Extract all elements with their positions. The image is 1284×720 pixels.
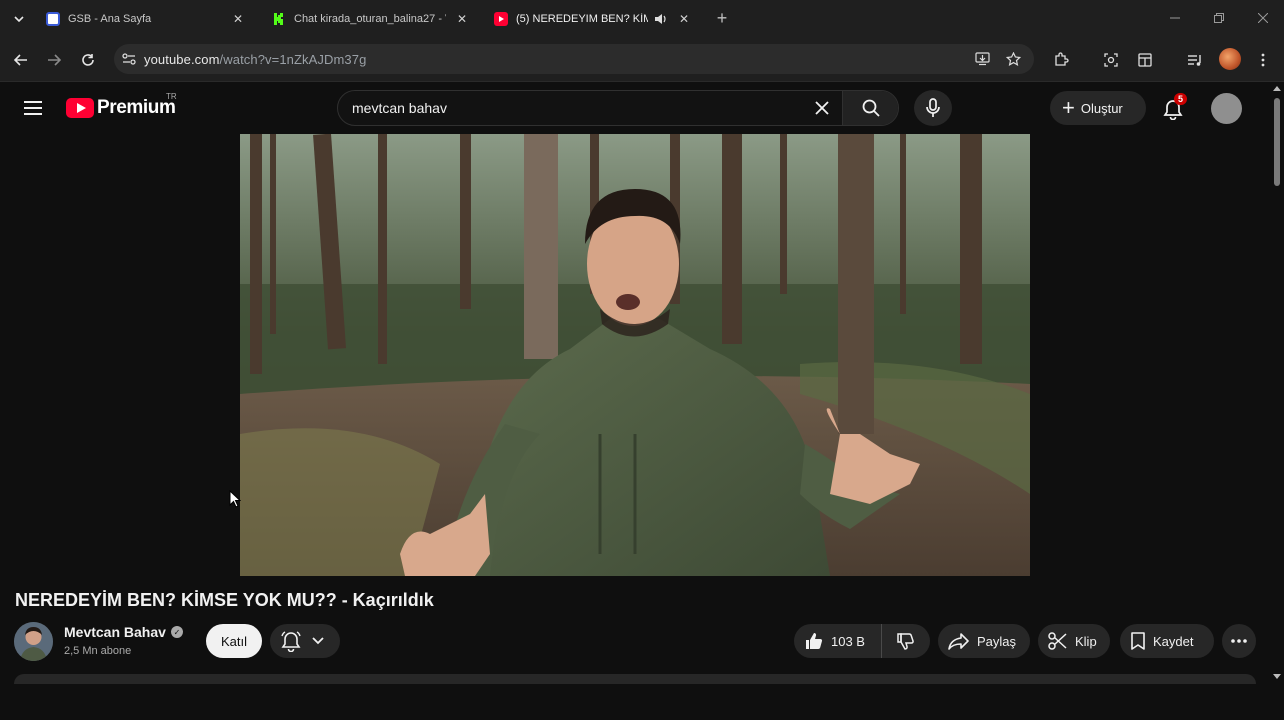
browser-menu-kebab-icon[interactable] bbox=[1253, 50, 1273, 70]
address-bar[interactable]: youtube.com/watch?v=1nZkAJDm37g bbox=[114, 44, 1034, 74]
close-window-icon[interactable] bbox=[1250, 6, 1276, 30]
save-button[interactable]: Kaydet bbox=[1120, 624, 1214, 658]
logo-region-code: TR bbox=[166, 92, 177, 101]
tab-title: GSB - Ana Sayfa bbox=[68, 13, 152, 25]
minimize-icon[interactable] bbox=[1162, 6, 1188, 30]
notifications-bell-icon[interactable]: 5 bbox=[1158, 93, 1188, 124]
tab-title: (5) NEREDEYIM BEN? KİMSE bbox=[516, 13, 648, 25]
like-dislike-group: 103 B bbox=[794, 624, 930, 658]
tab-search-chevron-icon[interactable] bbox=[8, 8, 30, 30]
share-arrow-icon bbox=[948, 632, 970, 650]
thumbs-up-icon bbox=[804, 631, 824, 651]
join-button[interactable]: Katıl bbox=[206, 624, 262, 658]
voice-search-mic-icon[interactable] bbox=[914, 90, 952, 126]
search-icon[interactable] bbox=[842, 91, 898, 125]
notification-count-badge: 5 bbox=[1174, 93, 1188, 105]
youtube-play-logo-icon bbox=[66, 98, 94, 118]
bookmark-star-icon[interactable] bbox=[1004, 51, 1022, 67]
page-bottom bbox=[0, 684, 1284, 720]
video-title: NEREDEYİM BEN? KİMSE YOK MU?? - Kaçırıld… bbox=[15, 590, 434, 610]
verified-check-icon: ✓ bbox=[170, 626, 183, 638]
new-tab-plus-icon[interactable]: + bbox=[712, 8, 732, 28]
scissors-icon bbox=[1048, 631, 1068, 651]
logo-text: Premium bbox=[97, 97, 176, 118]
forward-arrow-icon[interactable] bbox=[42, 48, 66, 72]
url-path: /watch?v=1nZkAJDm37g bbox=[219, 51, 367, 67]
share-label: Paylaş bbox=[977, 633, 1017, 649]
page-scrollbar[interactable] bbox=[1270, 82, 1284, 684]
media-queue-icon[interactable] bbox=[1185, 50, 1205, 70]
thumbs-down-icon bbox=[895, 631, 915, 651]
dislike-button[interactable] bbox=[882, 624, 928, 658]
like-count: 103 B bbox=[831, 633, 865, 649]
back-arrow-icon[interactable] bbox=[9, 48, 33, 72]
subscriber-count: 2,5 Mn abone bbox=[64, 645, 132, 657]
search-input[interactable] bbox=[338, 91, 802, 125]
url-host: youtube.com bbox=[144, 51, 220, 67]
reload-icon[interactable] bbox=[76, 48, 100, 72]
video-player[interactable] bbox=[240, 134, 1030, 576]
scroll-down-arrow-icon[interactable] bbox=[1273, 674, 1281, 679]
bookmark-icon bbox=[1130, 631, 1146, 651]
save-label: Kaydet bbox=[1153, 633, 1194, 649]
video-frame-forest-scene bbox=[240, 134, 1030, 576]
plus-icon: + bbox=[1062, 95, 1075, 120]
like-button[interactable]: 103 B bbox=[794, 624, 882, 658]
site-settings-icon[interactable] bbox=[114, 44, 144, 74]
youtube-favicon-icon bbox=[494, 12, 508, 26]
browser-tab-active[interactable]: (5) NEREDEYIM BEN? KİMSE ✕ bbox=[484, 4, 702, 34]
speaker-icon[interactable] bbox=[654, 12, 668, 26]
mouse-cursor-icon bbox=[229, 490, 241, 508]
subscription-bell-button[interactable] bbox=[270, 624, 340, 658]
create-label: Oluştur bbox=[1080, 100, 1123, 116]
search-box bbox=[337, 90, 899, 126]
extensions-puzzle-icon[interactable] bbox=[1051, 50, 1071, 70]
youtube-premium-logo[interactable]: Premium TR bbox=[66, 92, 177, 120]
share-button[interactable]: Paylaş bbox=[938, 624, 1030, 658]
restore-icon[interactable] bbox=[1206, 6, 1232, 30]
create-button[interactable]: + Oluştur bbox=[1050, 91, 1146, 125]
side-panel-icon[interactable] bbox=[1135, 50, 1155, 70]
tab-close-icon[interactable]: ✕ bbox=[230, 11, 246, 27]
tab-close-icon[interactable]: ✕ bbox=[454, 11, 470, 27]
guide-menu-icon[interactable] bbox=[22, 98, 44, 118]
more-actions-icon[interactable] bbox=[1222, 624, 1256, 658]
clip-label: Klip bbox=[1075, 633, 1097, 649]
channel-avatar[interactable] bbox=[14, 622, 53, 661]
youtube-masthead: Premium TR + Oluştur 5 bbox=[0, 82, 1270, 134]
bell-icon bbox=[280, 630, 302, 652]
channel-name[interactable]: Mevtcan Bahav bbox=[64, 624, 166, 640]
kick-favicon-icon bbox=[272, 12, 286, 26]
account-avatar[interactable] bbox=[1211, 93, 1242, 124]
browser-toolbar: youtube.com/watch?v=1nZkAJDm37g bbox=[0, 38, 1284, 82]
gsb-favicon-icon bbox=[46, 12, 60, 26]
browser-tab-strip: GSB - Ana Sayfa ✕ Chat kirada_oturan_bal… bbox=[0, 0, 1284, 38]
scroll-up-arrow-icon[interactable] bbox=[1273, 86, 1281, 91]
browser-tab[interactable]: GSB - Ana Sayfa ✕ bbox=[36, 4, 256, 34]
screenshot-lens-icon[interactable] bbox=[1101, 50, 1121, 70]
clear-search-icon[interactable] bbox=[802, 91, 842, 125]
install-app-icon[interactable] bbox=[974, 51, 992, 67]
clip-button[interactable]: Klip bbox=[1038, 624, 1110, 658]
tab-close-icon[interactable]: ✕ bbox=[676, 11, 692, 27]
browser-tab[interactable]: Chat kirada_oturan_balina27 - V ✕ bbox=[262, 4, 480, 34]
scroll-thumb[interactable] bbox=[1274, 98, 1280, 186]
url-text: youtube.com/watch?v=1nZkAJDm37g bbox=[144, 52, 366, 67]
chevron-down-icon bbox=[312, 637, 324, 645]
browser-profile-avatar[interactable] bbox=[1219, 48, 1241, 70]
channel-name-row[interactable]: Mevtcan Bahav ✓ bbox=[64, 624, 183, 640]
tab-title: Chat kirada_oturan_balina27 - V bbox=[294, 13, 446, 25]
